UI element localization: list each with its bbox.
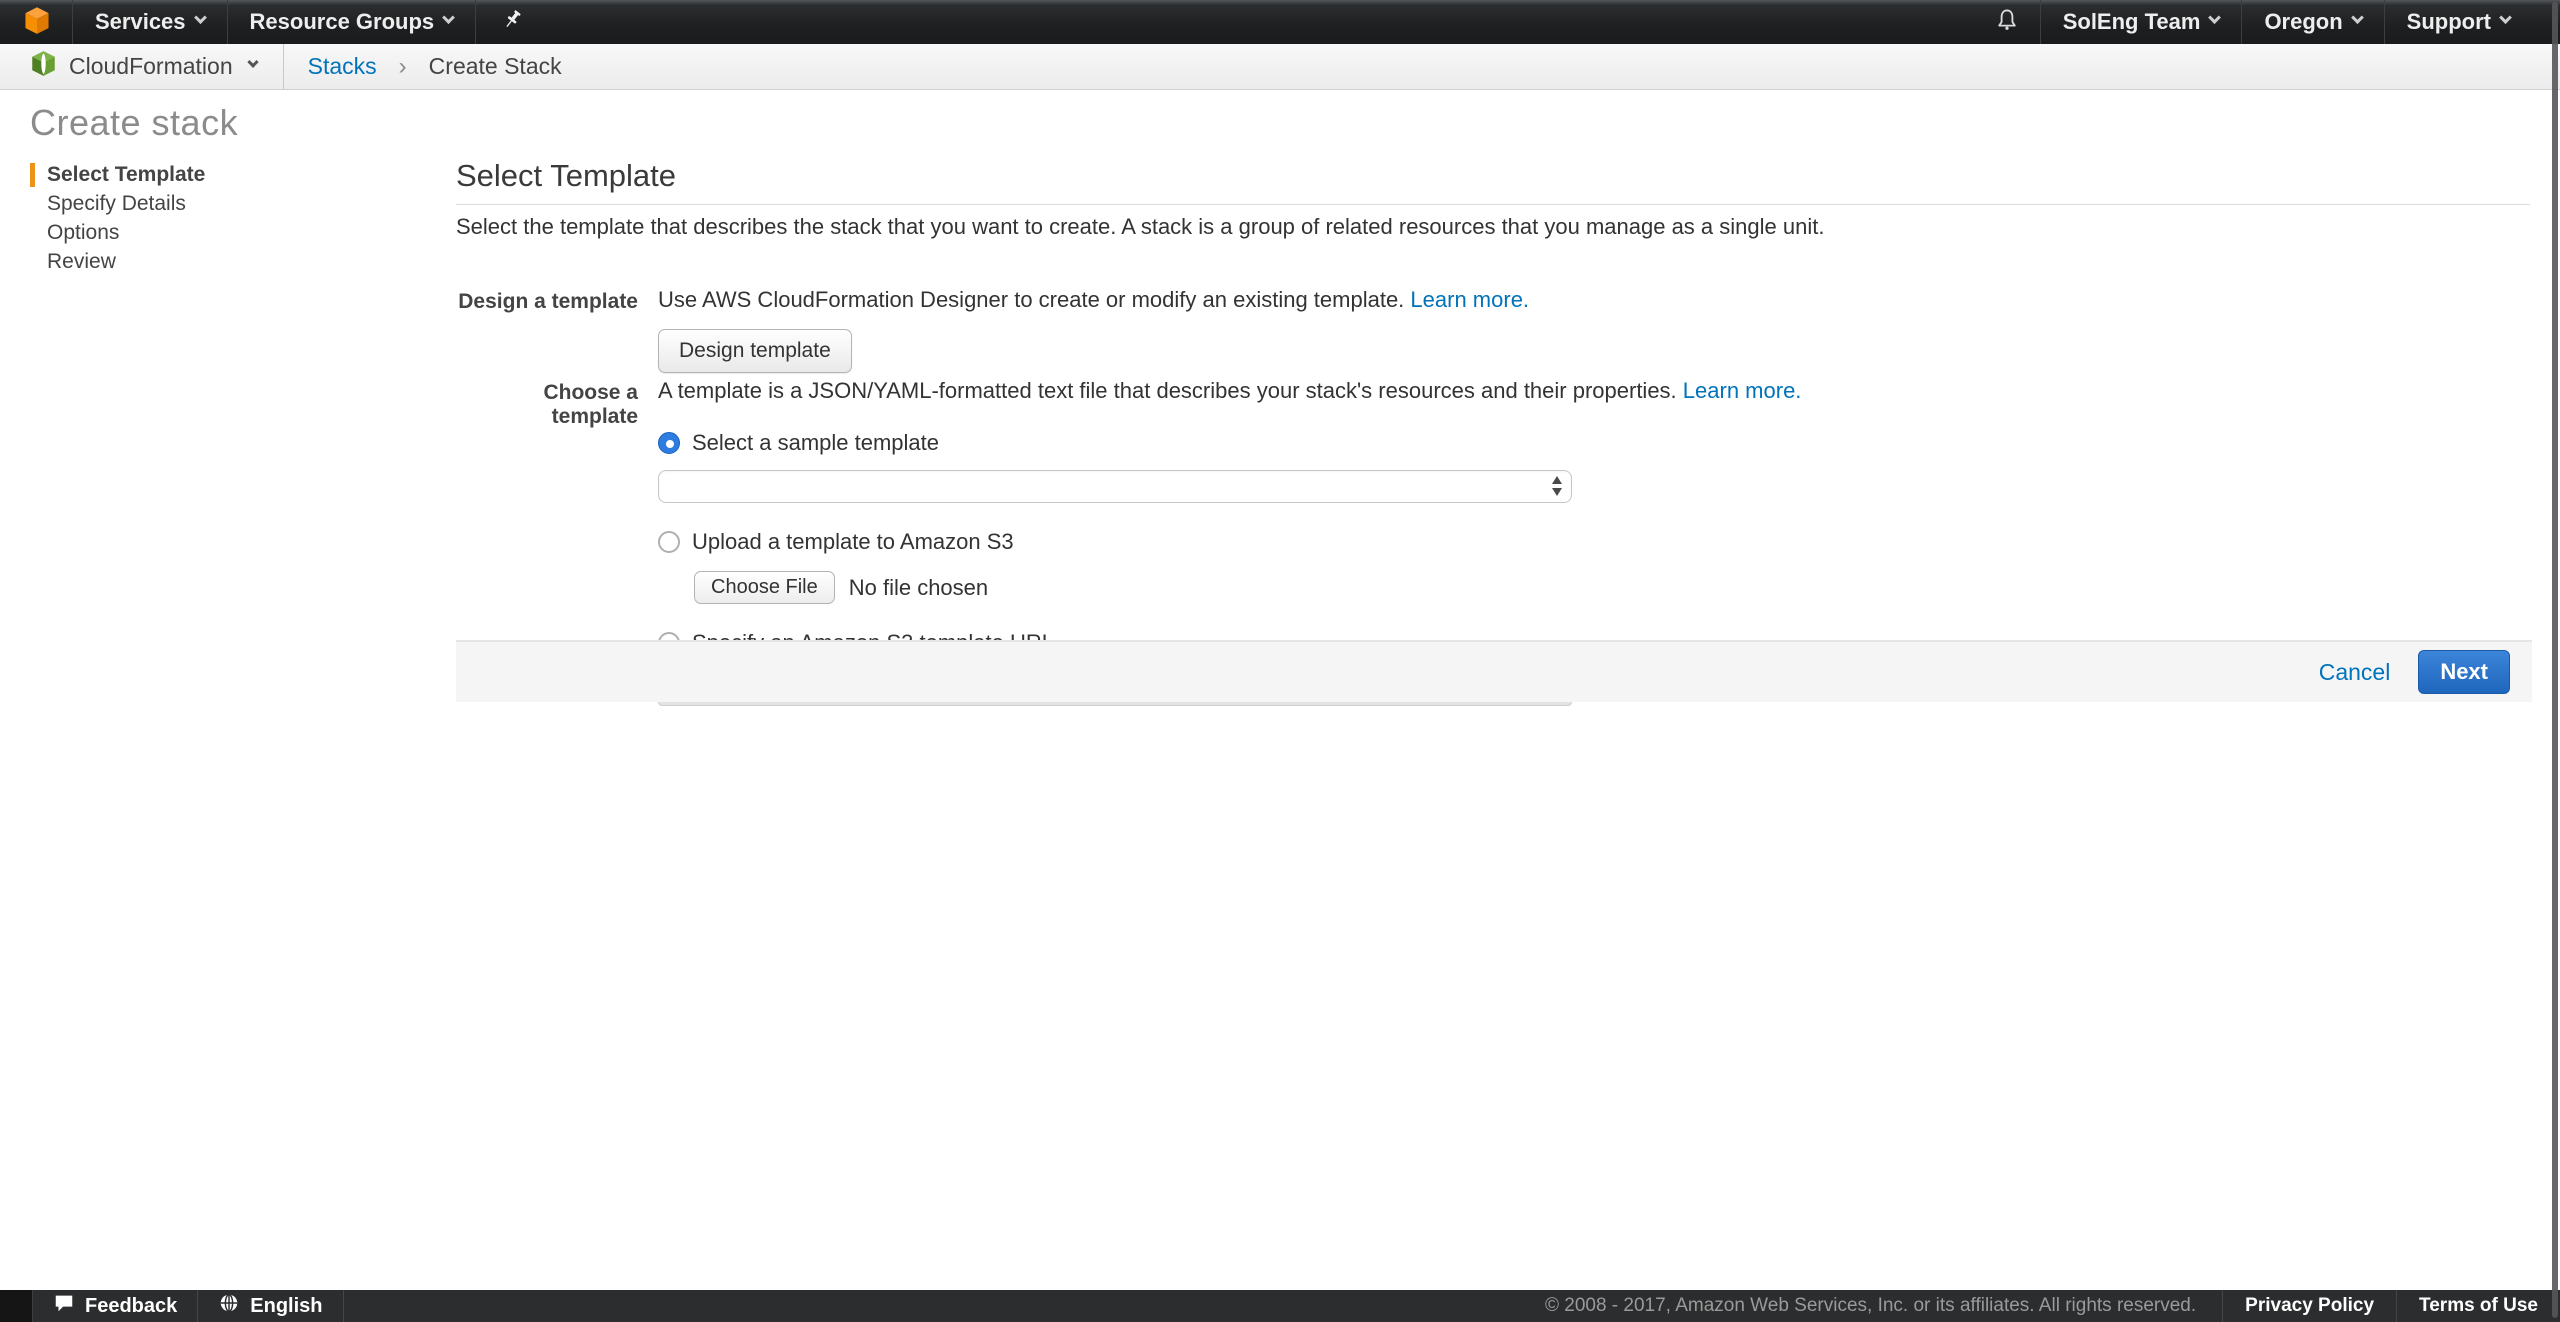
wizard-action-bar: Cancel Next bbox=[456, 640, 2532, 702]
breadcrumb-current-page: Create Stack bbox=[415, 53, 562, 80]
design-template-help: Use AWS CloudFormation Designer to creat… bbox=[658, 287, 1529, 313]
step-label: Specify Details bbox=[47, 192, 186, 216]
step-label: Review bbox=[47, 250, 116, 274]
select-stepper-icon bbox=[1552, 476, 1562, 496]
support-menu[interactable]: Support bbox=[2385, 0, 2532, 44]
step-label: Select Template bbox=[47, 163, 205, 187]
section-heading: Select Template bbox=[456, 158, 676, 194]
resource-groups-menu[interactable]: Resource Groups bbox=[228, 0, 476, 44]
privacy-policy-link[interactable]: Privacy Policy bbox=[2222, 1290, 2396, 1322]
terms-of-use-link[interactable]: Terms of Use bbox=[2396, 1290, 2560, 1322]
cloudformation-icon bbox=[30, 50, 57, 83]
step-label: Options bbox=[47, 221, 119, 245]
section-divider bbox=[456, 204, 2530, 205]
footer-edge-block bbox=[0, 1290, 33, 1322]
step-options[interactable]: Options bbox=[30, 218, 205, 247]
chevron-down-icon bbox=[2209, 11, 2222, 24]
footer-bar: Feedback English © 2008 - 2017, Amazon W… bbox=[0, 1290, 2560, 1322]
language-label: English bbox=[250, 1295, 322, 1318]
chevron-down-icon bbox=[442, 11, 455, 24]
design-template-label: Design a template bbox=[456, 287, 638, 373]
radio-label: Select a sample template bbox=[692, 430, 939, 456]
sample-template-select[interactable] bbox=[658, 470, 1572, 503]
service-selector[interactable]: CloudFormation bbox=[0, 44, 283, 89]
notifications-bell-icon bbox=[1994, 7, 2020, 38]
file-upload-row: Choose File No file chosen bbox=[694, 571, 1801, 604]
choose-template-help-text: A template is a JSON/YAML-formatted text… bbox=[658, 378, 1677, 403]
pin-icon bbox=[500, 8, 524, 37]
top-navigation-bar: Services Resource Groups bbox=[0, 0, 2560, 44]
step-specify-details[interactable]: Specify Details bbox=[30, 189, 205, 218]
privacy-policy-label: Privacy Policy bbox=[2245, 1295, 2374, 1317]
terms-of-use-label: Terms of Use bbox=[2419, 1295, 2538, 1317]
chevron-down-icon bbox=[247, 57, 258, 68]
breadcrumb: CloudFormation Stacks › Create Stack bbox=[0, 44, 2560, 90]
design-learn-more-link[interactable]: Learn more. bbox=[1410, 287, 1529, 312]
page-title: Create stack bbox=[30, 102, 238, 144]
section-description: Select the template that describes the s… bbox=[456, 214, 1824, 240]
radio-unselected-icon[interactable] bbox=[658, 531, 680, 553]
account-menu-label: SolEng Team bbox=[2063, 9, 2201, 35]
radio-select-sample-template[interactable]: Select a sample template bbox=[658, 430, 1801, 456]
radio-upload-template[interactable]: Upload a template to Amazon S3 bbox=[658, 529, 1801, 555]
cancel-button[interactable]: Cancel bbox=[2319, 659, 2391, 686]
vertical-scrollbar[interactable] bbox=[2552, 2, 2558, 1318]
chevron-down-icon bbox=[2351, 11, 2364, 24]
notifications-button[interactable] bbox=[1974, 0, 2040, 44]
support-menu-label: Support bbox=[2407, 9, 2491, 35]
wizard-steps-nav: Select Template Specify Details Options … bbox=[30, 160, 205, 276]
globe-icon bbox=[218, 1292, 240, 1320]
account-menu[interactable]: SolEng Team bbox=[2041, 0, 2242, 44]
feedback-label: Feedback bbox=[85, 1295, 177, 1318]
step-review[interactable]: Review bbox=[30, 247, 205, 276]
aws-logo[interactable] bbox=[0, 0, 72, 44]
next-button[interactable]: Next bbox=[2418, 650, 2510, 694]
region-menu[interactable]: Oregon bbox=[2242, 0, 2383, 44]
services-menu[interactable]: Services bbox=[73, 0, 227, 44]
design-template-row: Design a template Use AWS CloudFormation… bbox=[456, 287, 2530, 373]
choose-learn-more-link[interactable]: Learn more. bbox=[1683, 378, 1802, 403]
service-selector-label: CloudFormation bbox=[69, 53, 233, 80]
radio-selected-icon[interactable] bbox=[658, 432, 680, 454]
choose-template-help: A template is a JSON/YAML-formatted text… bbox=[658, 378, 1801, 404]
region-menu-label: Oregon bbox=[2264, 9, 2342, 35]
pin-shortcut-button[interactable] bbox=[476, 0, 548, 44]
speech-bubble-icon bbox=[53, 1292, 75, 1320]
language-button[interactable]: English bbox=[198, 1290, 343, 1322]
file-chosen-status: No file chosen bbox=[849, 575, 988, 601]
choose-file-button[interactable]: Choose File bbox=[694, 571, 835, 604]
chevron-down-icon bbox=[2499, 11, 2512, 24]
resource-groups-menu-label: Resource Groups bbox=[250, 9, 435, 35]
design-template-help-text: Use AWS CloudFormation Designer to creat… bbox=[658, 287, 1404, 312]
copyright-text: © 2008 - 2017, Amazon Web Services, Inc.… bbox=[1545, 1295, 2222, 1317]
aws-cube-icon bbox=[22, 5, 52, 40]
chevron-down-icon bbox=[194, 11, 207, 24]
radio-label: Upload a template to Amazon S3 bbox=[692, 529, 1014, 555]
design-template-button[interactable]: Design template bbox=[658, 329, 852, 373]
breadcrumb-stacks-link[interactable]: Stacks bbox=[284, 53, 391, 80]
feedback-button[interactable]: Feedback bbox=[33, 1290, 198, 1322]
services-menu-label: Services bbox=[95, 9, 186, 35]
breadcrumb-separator: › bbox=[391, 53, 415, 81]
active-step-marker bbox=[30, 163, 35, 187]
step-select-template[interactable]: Select Template bbox=[30, 160, 205, 189]
